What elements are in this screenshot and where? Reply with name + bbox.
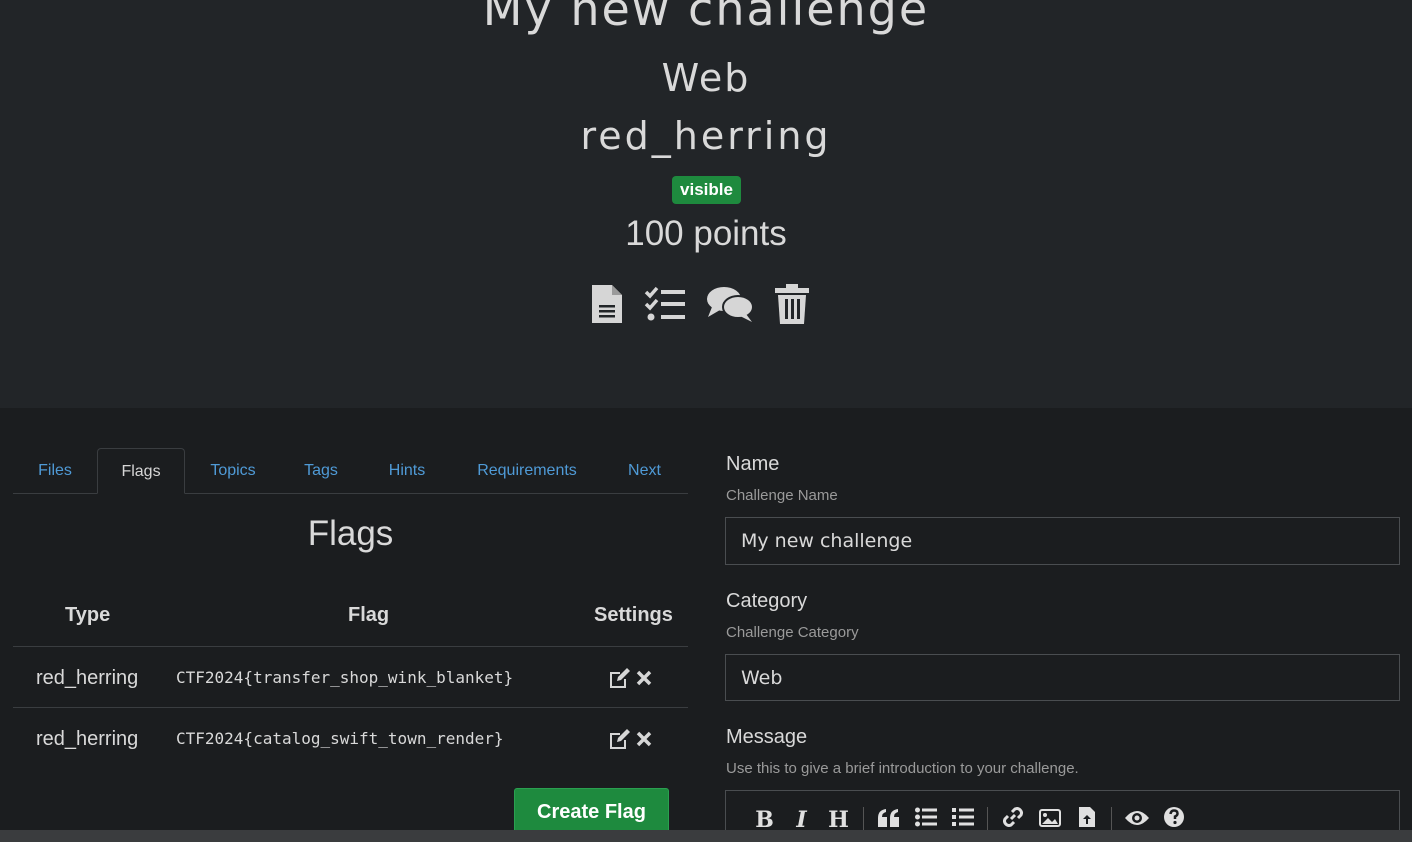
divider [13,646,688,647]
divider [13,707,688,708]
column-header-settings: Settings [594,604,673,626]
create-flag-button[interactable]: Create Flag [514,788,669,834]
category-field[interactable] [725,654,1400,701]
edit-icon[interactable] [608,668,632,693]
challenge-tabs: Files Flags Topics Tags Hints Requiremen… [13,448,688,494]
name-help: Challenge Name [726,487,838,504]
tab-flags[interactable]: Flags [97,448,185,494]
edit-icon[interactable] [608,729,632,754]
message-label: Message [726,726,808,748]
challenge-title: My new challenge [482,0,930,36]
tab-next[interactable]: Next [601,448,688,494]
delete-icon[interactable] [636,670,652,691]
status-badge: visible [672,176,741,204]
category-help: Challenge Category [726,624,859,641]
challenge-actions [590,283,810,330]
flag-row-settings [608,729,652,754]
challenge-type: red_herring [580,114,832,158]
name-label: Name [726,453,780,475]
name-field[interactable] [725,517,1400,565]
flag-row-value: CTF2024{catalog_swift_town_render} [176,729,504,748]
category-label: Category [726,590,808,612]
delete-icon[interactable] [636,731,652,752]
file-text-icon[interactable] [590,283,624,330]
flags-heading: Flags [307,514,394,553]
tab-hints[interactable]: Hints [361,448,453,494]
horizontal-scrollbar[interactable] [0,830,1412,842]
tab-tags[interactable]: Tags [281,448,361,494]
flag-row-settings [608,668,652,693]
tasks-icon[interactable] [644,286,686,327]
challenge-header: My new challenge Web red_herring visible… [0,0,1412,408]
flag-row-type: red_herring [36,667,139,689]
message-help: Use this to give a brief introduction to… [726,760,1079,777]
tab-topics[interactable]: Topics [185,448,281,494]
column-header-flag: Flag [348,604,390,626]
challenge-points: 100 points [625,214,787,253]
trash-icon[interactable] [774,283,810,330]
flag-row-type: red_herring [36,728,139,750]
column-header-type: Type [65,604,111,626]
tab-requirements[interactable]: Requirements [453,448,601,494]
comments-icon[interactable] [706,285,754,328]
tab-files[interactable]: Files [13,448,97,494]
flag-row-value: CTF2024{transfer_shop_wink_blanket} [176,668,514,687]
challenge-category: Web [661,56,751,100]
